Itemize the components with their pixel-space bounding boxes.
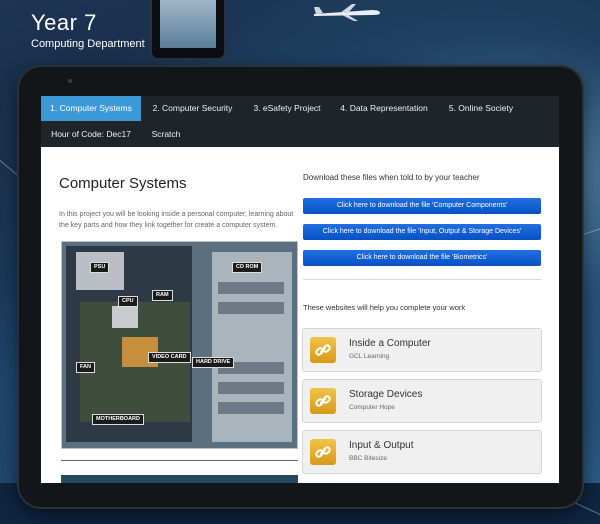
intro-text: In this project you will be looking insi…: [59, 211, 294, 229]
background-phone-image: [150, 0, 226, 60]
photo-label-cd-rom: CD ROM: [232, 262, 263, 273]
site-subtitle: Computing Department: [31, 38, 145, 50]
photo-label-ram: RAM: [152, 290, 173, 301]
photo-label-psu: PSU: [90, 262, 110, 273]
divider: [303, 279, 541, 280]
download-input-output-storage-button[interactable]: Click here to download the file 'Input, …: [303, 224, 541, 240]
website-source: BBC Bitesize: [349, 455, 387, 462]
website-title: Inside a Computer: [349, 338, 431, 349]
link-icon: [310, 337, 336, 363]
link-icon: [310, 439, 336, 465]
tab-hour-of-code[interactable]: Hour of Code: Dec17: [45, 122, 137, 147]
website-title: Input & Output: [349, 440, 414, 451]
downloads-heading: Download these files when told to by you…: [303, 173, 480, 182]
photo-label-hard-drive: HARD DRIVE: [192, 357, 235, 368]
website-card-inside-a-computer[interactable]: Inside a Computer GCL Learning: [302, 328, 542, 372]
website-source: Computer Hope: [349, 404, 395, 411]
airplane-image: [314, 4, 380, 21]
website-card-storage-devices[interactable]: Storage Devices Computer Hope: [302, 379, 542, 423]
websites-heading: These websites will help you complete yo…: [303, 303, 466, 312]
tab-online-society[interactable]: 5. Online Society: [439, 96, 523, 121]
tab-scratch[interactable]: Scratch: [143, 122, 189, 147]
link-icon: [310, 388, 336, 414]
photo-label-fan: FAN: [76, 362, 95, 373]
download-biometrics-button[interactable]: Click here to download the file 'Biometr…: [303, 250, 541, 266]
next-section-image: [61, 475, 298, 483]
camera-dot: [68, 79, 72, 83]
website-card-input-output[interactable]: Input & Output BBC Bitesize: [302, 430, 542, 474]
divider: [61, 460, 298, 461]
site-title: Year 7: [31, 10, 97, 35]
tab-computer-security[interactable]: 2. Computer Security: [145, 96, 240, 121]
tab-data-representation[interactable]: 4. Data Representation: [334, 96, 434, 121]
download-computer-components-button[interactable]: Click here to download the file 'Compute…: [303, 198, 541, 214]
main-content: Computer Systems In this project you wil…: [41, 147, 559, 483]
page-heading: Computer Systems: [59, 175, 187, 192]
tab-computer-systems[interactable]: 1. Computer Systems: [41, 96, 141, 121]
photo-label-video-card: VIDEO CARD: [148, 352, 191, 363]
tab-esafety-project[interactable]: 3. eSafety Project: [245, 96, 329, 121]
computer-internals-image: PSU CPU RAM CD ROM VIDEO CARD HARD DRIVE…: [61, 241, 298, 449]
website-title: Storage Devices: [349, 389, 423, 400]
photo-label-motherboard: MOTHERBOARD: [92, 414, 144, 425]
photo-label-cpu: CPU: [118, 296, 138, 307]
website-source: GCL Learning: [349, 353, 390, 360]
main-nav: 1. Computer Systems 2. Computer Security…: [41, 96, 559, 147]
